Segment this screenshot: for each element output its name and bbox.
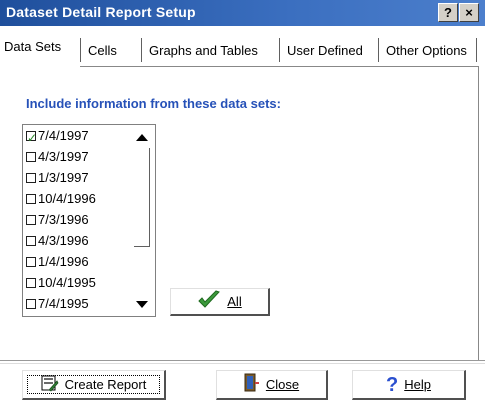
tab-baseline	[80, 66, 478, 67]
focus-ring	[27, 375, 160, 394]
dataset-item[interactable]: 10/4/1995	[26, 273, 96, 293]
door-icon	[244, 373, 260, 396]
dataset-item[interactable]: 4/3/1996	[26, 231, 89, 251]
footer-divider-highlight	[0, 363, 485, 364]
scroll-thumb-end	[134, 246, 150, 247]
scroll-thumb[interactable]	[149, 148, 150, 246]
datasets-label: Include information from these data sets…	[26, 96, 281, 111]
dataset-checkbox[interactable]	[26, 215, 36, 225]
dataset-label: 1/3/1997	[38, 170, 89, 185]
tab-graphs-and-tables[interactable]: Graphs and Tables	[145, 40, 262, 62]
create-report-button[interactable]: Create Report	[22, 370, 166, 400]
tab-separator	[279, 38, 280, 62]
dataset-checkbox[interactable]	[26, 173, 36, 183]
dataset-checkbox[interactable]: ✓	[26, 131, 37, 145]
tab-separator	[476, 38, 477, 62]
help-title-button[interactable]: ?	[438, 3, 458, 22]
dataset-label: 1/4/1996	[38, 254, 89, 269]
dataset-item[interactable]: 7/4/1995	[26, 294, 89, 314]
scroll-down-icon[interactable]	[136, 301, 148, 308]
dataset-label: 7/4/1995	[38, 296, 89, 311]
all-button[interactable]: All	[170, 288, 270, 316]
dataset-label: 7/4/1997	[38, 128, 89, 143]
dataset-checkbox[interactable]	[26, 299, 36, 309]
datasets-scrollbar[interactable]	[132, 128, 152, 314]
dataset-item[interactable]: 1/4/1996	[26, 252, 89, 272]
dataset-label: 10/4/1996	[38, 191, 96, 206]
dataset-label: 4/3/1997	[38, 149, 89, 164]
dataset-item[interactable]: 4/3/1997	[26, 147, 89, 167]
checkmark-icon	[197, 290, 221, 313]
window-title: Dataset Detail Report Setup	[6, 4, 196, 20]
panel-border	[478, 66, 479, 360]
tab-user-defined[interactable]: User Defined	[283, 40, 367, 62]
title-bar: Dataset Detail Report Setup ? ×	[0, 0, 485, 26]
tab-separator	[141, 38, 142, 62]
close-label: Close	[265, 377, 300, 392]
dataset-label: 10/4/1995	[38, 275, 96, 290]
close-button[interactable]: Close	[216, 370, 328, 400]
dataset-item[interactable]: 10/4/1996	[26, 189, 96, 209]
check-icon: ✓	[27, 131, 38, 145]
tab-separator	[80, 38, 81, 62]
dataset-label: 7/3/1996	[38, 212, 89, 227]
tab-cells[interactable]: Cells	[84, 40, 121, 62]
help-icon: ?	[386, 373, 399, 396]
dataset-checkbox[interactable]	[26, 278, 36, 288]
dataset-checkbox[interactable]	[26, 236, 36, 246]
tab-data-sets[interactable]: Data Sets	[0, 36, 65, 58]
dataset-item[interactable]: 7/3/1996	[26, 210, 89, 230]
dataset-item[interactable]: 1/3/1997	[26, 168, 89, 188]
tab-separator	[378, 38, 379, 62]
dataset-checkbox[interactable]	[26, 152, 36, 162]
dataset-checkbox[interactable]	[26, 194, 36, 204]
close-title-button[interactable]: ×	[459, 3, 479, 22]
scroll-up-icon[interactable]	[136, 134, 148, 141]
footer-divider	[0, 360, 485, 361]
tab-other-options[interactable]: Other Options	[382, 40, 471, 62]
dataset-label: 4/3/1996	[38, 233, 89, 248]
tab-strip: Data Sets Cells Graphs and Tables User D…	[0, 26, 485, 66]
all-button-label: All	[227, 294, 242, 309]
dataset-item[interactable]: ✓ 7/4/1997	[26, 126, 89, 146]
help-label: Help	[404, 377, 431, 392]
dataset-checkbox[interactable]	[26, 257, 36, 267]
help-button[interactable]: ? Help	[352, 370, 466, 400]
